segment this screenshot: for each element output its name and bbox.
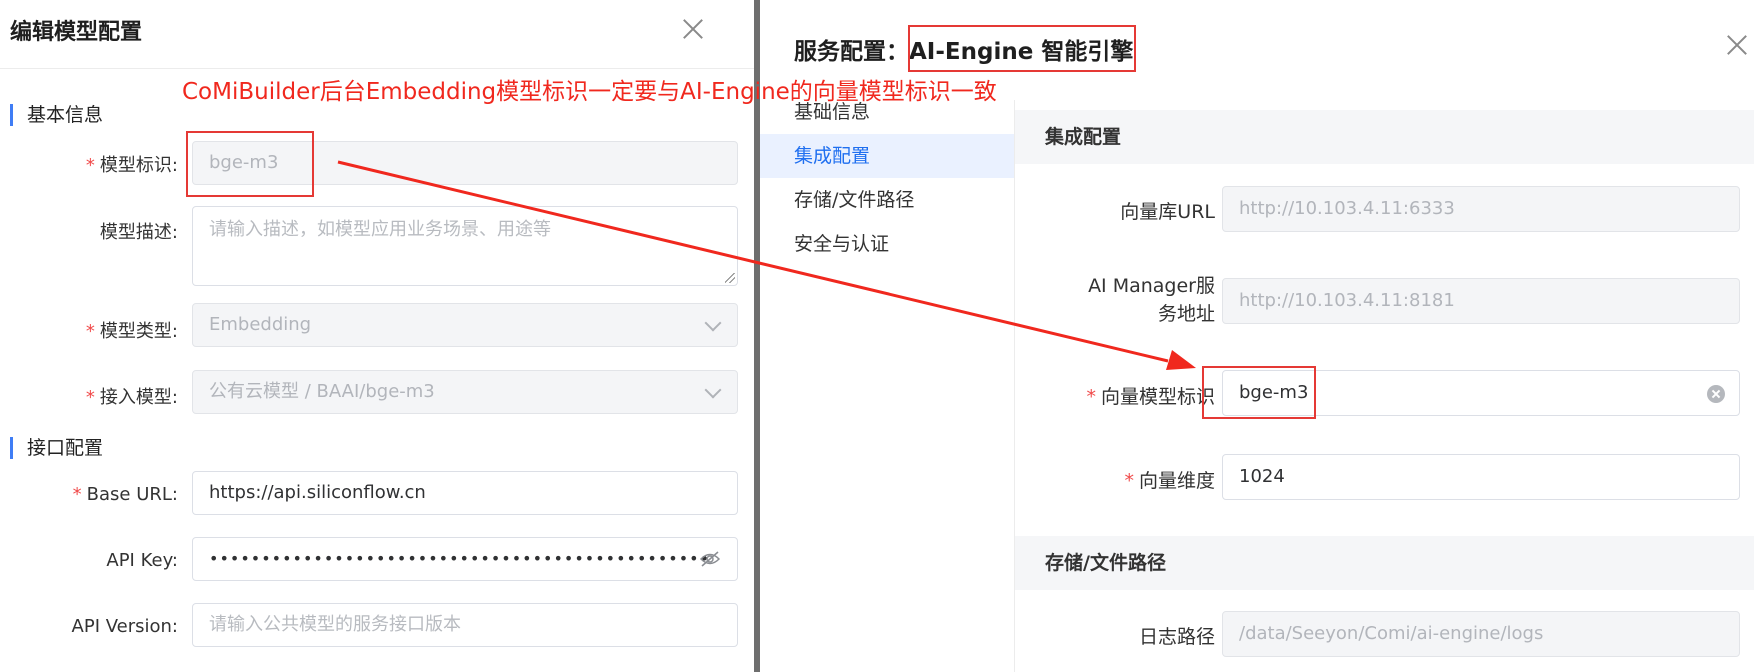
annotation-arrow [337, 160, 1196, 370]
